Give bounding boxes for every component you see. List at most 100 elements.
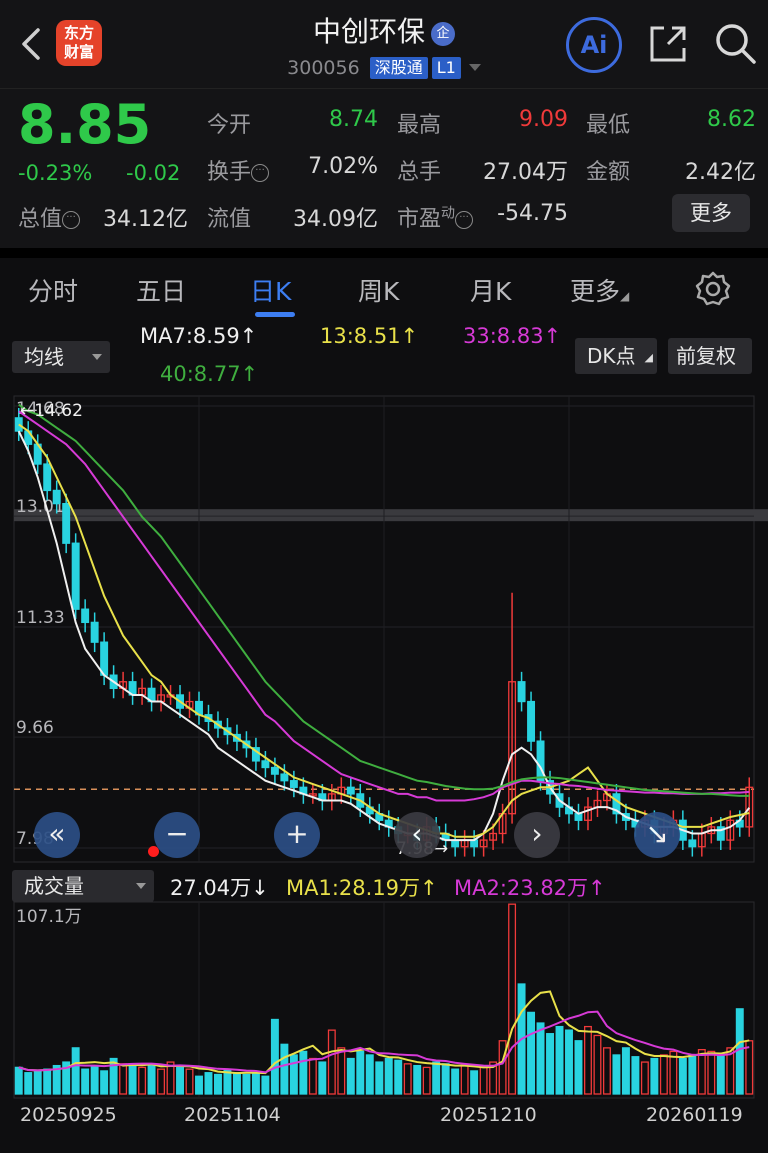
volume-bar (270, 1018, 279, 1095)
candle-body (280, 773, 289, 782)
scroll-left-fast-icon[interactable]: « (34, 812, 80, 858)
date-label: 20251104 (184, 1104, 281, 1126)
float-cap-label: 流值 (207, 207, 252, 232)
stock-code: 300056 (287, 57, 360, 79)
volume-bar (621, 1047, 630, 1095)
candle-body (62, 502, 71, 544)
tab-intraday[interactable]: 分时 (28, 272, 78, 308)
volume-bar (697, 1048, 706, 1095)
volume-bar (128, 1064, 137, 1095)
dropdown-caret-icon (136, 883, 146, 889)
scroll-left-icon[interactable]: ‹ (394, 812, 440, 858)
reset-view-icon[interactable]: ↘ (634, 812, 680, 858)
volume-bar (375, 1061, 384, 1095)
tab-weekly-k[interactable]: 周K (358, 272, 399, 308)
turnover-label[interactable]: 换手 ··· (207, 154, 270, 186)
turnover-value: 7.02% (308, 154, 378, 179)
period-tabs: 分时 五日 日K 周K 月K 更多◢ (0, 248, 768, 318)
info-dots-icon: ··· (251, 164, 270, 182)
last-price: 8.85 (18, 93, 152, 156)
volume-bar (14, 1066, 23, 1095)
price-adjust-button[interactable]: 前复权 (668, 338, 752, 374)
volume-label: 总手 (397, 160, 442, 185)
share-icon[interactable] (646, 22, 690, 66)
volume-bar (232, 1072, 241, 1095)
pe-label[interactable]: 市盈动 ··· (397, 201, 474, 233)
volume-bar (90, 1064, 99, 1095)
corner-caret-icon: ◢ (644, 351, 653, 364)
volume-bar (413, 1064, 422, 1095)
date-label: 20260119 (646, 1104, 743, 1126)
volume-bar (261, 1075, 270, 1095)
candle-body (346, 786, 355, 795)
event-marker-dot[interactable] (148, 846, 159, 857)
volume-chart[interactable]: 107.1万 (0, 900, 768, 1102)
volume-bar (602, 1047, 611, 1095)
volume-bar (71, 1047, 80, 1095)
price-tick-label: 11.33 (16, 608, 65, 628)
price-tick-label: 9.66 (16, 718, 54, 738)
volume-indicator-dropdown[interactable]: 成交量 (12, 870, 154, 902)
zoom-in-icon[interactable]: + (274, 812, 320, 858)
dk-point-button[interactable]: DK点 ◢ (575, 338, 657, 374)
volume-bar (650, 1057, 659, 1095)
tab-more[interactable]: 更多◢ (570, 272, 629, 308)
volume-bar (508, 903, 517, 1095)
volume-bar (688, 1054, 697, 1095)
volume-bar (631, 1056, 640, 1095)
tab-daily-k[interactable]: 日K (250, 272, 291, 308)
ma-selector-dropdown[interactable]: 均线 (12, 341, 110, 373)
high-label: 最高 (397, 113, 442, 138)
candle-body (81, 608, 90, 624)
low-label: 最低 (586, 113, 631, 138)
ai-assistant-button[interactable]: Ai (566, 17, 622, 73)
candle-body (71, 542, 80, 610)
volume-bar (356, 1050, 365, 1095)
volume-bar (640, 1061, 649, 1095)
volume-bar (43, 1068, 52, 1095)
zoom-out-icon[interactable]: − (154, 812, 200, 858)
volume-ma1-legend: MA1:28.19万↑ (286, 876, 438, 900)
volume-bar (308, 1057, 317, 1095)
tab-five-day[interactable]: 五日 (136, 272, 186, 308)
volume-bar (593, 1034, 602, 1095)
gear-icon[interactable] (694, 270, 732, 308)
tab-monthly-k[interactable]: 月K (470, 272, 511, 308)
volume-bar (565, 1029, 573, 1095)
volume-bar (707, 1050, 716, 1095)
volume-bar (346, 1057, 355, 1095)
search-icon[interactable] (712, 20, 758, 66)
candle-body (289, 780, 298, 788)
volume-bar (555, 1025, 564, 1095)
scroll-right-icon[interactable]: › (514, 812, 560, 858)
ma40-legend: 40:8.77↑ (160, 362, 259, 386)
amount-value: 2.42亿 (685, 160, 756, 185)
volume-bar (394, 1059, 403, 1095)
volume-bar (403, 1063, 412, 1095)
volume-bar (735, 1008, 744, 1095)
volume-bar (479, 1066, 488, 1095)
candle-body (90, 621, 99, 643)
volume-bar (659, 1054, 668, 1095)
volume-bar (195, 1075, 203, 1095)
total-cap-label[interactable]: 总值 ··· (18, 201, 81, 233)
top-bar: 东方 财富 中创环保企 300056 深股通 L1 Ai (0, 0, 768, 88)
dropdown-caret-icon (468, 64, 481, 71)
volume-bar (546, 1033, 554, 1095)
volume-bar (716, 1052, 725, 1095)
candlestick-chart[interactable]: 14.6813.0111.339.667.98←14.627.98→ (0, 394, 768, 864)
total-cap-value: 34.12亿 (103, 207, 188, 232)
volume-bar (584, 1025, 592, 1095)
volume-bar (204, 1072, 213, 1095)
volume-bar (318, 1061, 327, 1095)
more-quote-button[interactable]: 更多 (672, 194, 750, 232)
volume-bar (441, 1063, 450, 1095)
volume-bar (470, 1070, 479, 1095)
volume-bar (242, 1073, 251, 1095)
volume-bar (451, 1068, 460, 1095)
volume-current-legend: 27.04万↓ (170, 876, 269, 900)
candle-body (688, 839, 697, 848)
volume-bar (327, 1029, 336, 1095)
volume-bar (574, 1040, 583, 1095)
candle-body (43, 463, 52, 492)
